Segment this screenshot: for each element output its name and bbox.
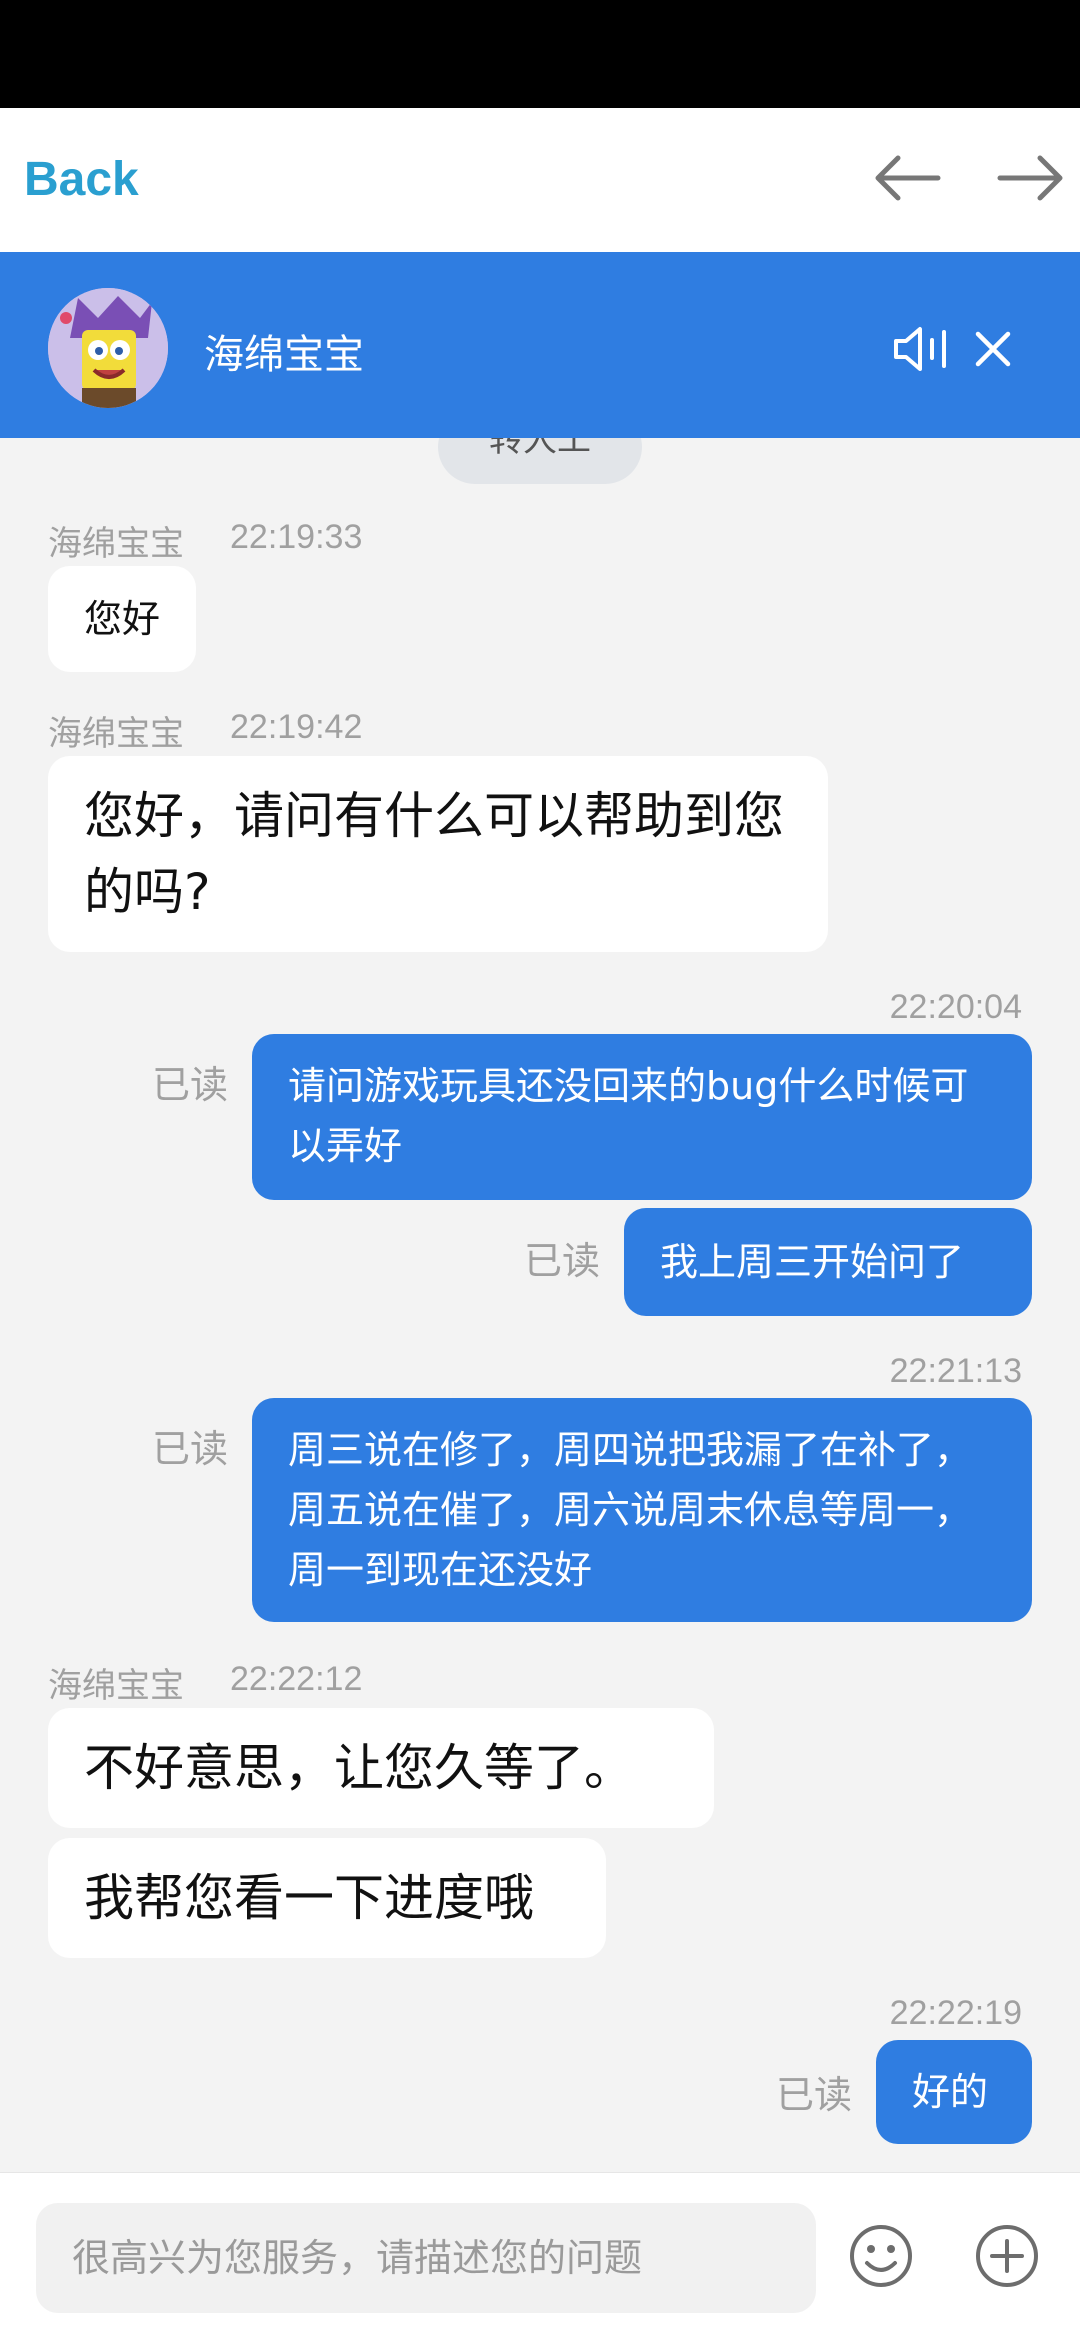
status-bar [0, 0, 1080, 108]
message-input[interactable]: 很高兴为您服务，请描述您的问题 [36, 2203, 816, 2313]
message-sender: 海绵宝宝 [48, 714, 184, 754]
message-text: 我帮您看一下进度哦 [84, 1869, 534, 1927]
message-bubble-outgoing[interactable]: 我上周三开始问了 [624, 1208, 1032, 1316]
message-bubble-outgoing[interactable]: 好的 [876, 2040, 1032, 2144]
message-sender: 海绵宝宝 [48, 1666, 184, 1706]
read-status: 已读 [776, 2073, 853, 2117]
message-time: 22:20:04 [889, 988, 1022, 1026]
message-text: 我上周三开始问了 [660, 1240, 965, 1284]
message-time: 22:22:19 [889, 1994, 1022, 2032]
nav-bar: Back [0, 108, 1080, 252]
emoji-icon[interactable] [848, 2223, 914, 2289]
back-button[interactable]: Back [24, 152, 139, 207]
read-status: 已读 [152, 1063, 229, 1107]
message-bubble-outgoing[interactable]: 周三说在修了，周四说把我漏了在补了，周五说在催了，周六说周末休息等周一，周一到现… [252, 1398, 1032, 1622]
plus-icon[interactable] [974, 2223, 1040, 2289]
message-time: 22:19:42 [230, 708, 363, 746]
message-text: 周三说在修了，周四说把我漏了在补了，周五说在催了，周六说周末休息等周一，周一到现… [288, 1428, 973, 1592]
message-time: 22:21:13 [889, 1352, 1022, 1390]
message-time: 22:19:33 [230, 518, 363, 556]
input-bar: 很高兴为您服务，请描述您的问题 [0, 2172, 1080, 2340]
message-text: 不好意思，让您久等了。 [84, 1739, 634, 1797]
close-icon[interactable] [968, 324, 1018, 374]
message-bubble-incoming[interactable]: 不好意思，让您久等了。 [48, 1708, 714, 1828]
message-bubble-incoming[interactable]: 您好 [48, 566, 197, 672]
speaker-icon[interactable] [892, 324, 952, 374]
agent-name: 海绵宝宝 [204, 332, 364, 378]
read-status: 已读 [524, 1239, 601, 1283]
message-text: 您好，请问有什么可以帮助到您的吗? [84, 787, 784, 921]
message-bubble-outgoing[interactable]: 请问游戏玩具还没回来的bug什么时候可以弄好 [252, 1034, 1032, 1200]
arrow-left-icon[interactable] [872, 148, 942, 208]
message-bubble-incoming[interactable]: 您好，请问有什么可以帮助到您的吗? [48, 756, 828, 952]
message-bubble-incoming[interactable]: 我帮您看一下进度哦 [48, 1838, 606, 1958]
message-time: 22:22:12 [230, 1660, 363, 1698]
avatar[interactable] [48, 288, 168, 408]
message-sender: 海绵宝宝 [48, 524, 184, 564]
message-text: 好的 [912, 2070, 989, 2114]
message-text: 请问游戏玩具还没回来的bug什么时候可以弄好 [288, 1064, 969, 1168]
chat-header-front: 海绵宝宝 [0, 252, 1080, 438]
arrow-right-icon[interactable] [996, 148, 1066, 208]
read-status: 已读 [152, 1427, 229, 1471]
message-text: 您好 [84, 597, 161, 641]
